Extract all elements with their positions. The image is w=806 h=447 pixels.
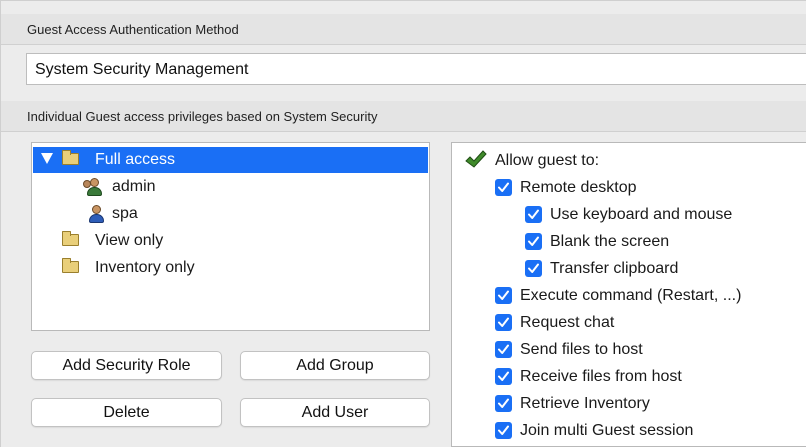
checkbox-checked-icon[interactable]	[495, 395, 512, 412]
perm-label: Send files to host	[520, 341, 643, 358]
checkbox-checked-icon[interactable]	[495, 422, 512, 439]
auth-method-value: System Security Management	[35, 61, 249, 78]
tree-item-view-only[interactable]: View only	[33, 228, 428, 254]
privileges-header: Individual Guest access privileges based…	[1, 101, 806, 132]
tree-item-label: Full access	[95, 151, 176, 168]
perm-label: Allow guest to:	[495, 152, 600, 169]
add-group-button[interactable]: Add Group	[240, 351, 430, 380]
folder-icon	[62, 258, 79, 273]
tree-item-label: admin	[112, 178, 156, 195]
disclosure-triangle-icon[interactable]	[41, 153, 53, 164]
checkbox-checked-icon[interactable]	[495, 368, 512, 385]
auth-method-header-label: Guest Access Authentication Method	[27, 22, 239, 37]
perm-label: Use keyboard and mouse	[550, 206, 733, 223]
auth-method-select[interactable]: System Security Management	[26, 53, 806, 85]
checkbox-checked-icon[interactable]	[525, 233, 542, 250]
privileges-header-label: Individual Guest access privileges based…	[27, 109, 378, 124]
checkbox-checked-icon[interactable]	[495, 341, 512, 358]
folder-icon	[62, 150, 79, 165]
tree-item-label: Inventory only	[95, 259, 195, 276]
checkbox-checked-icon[interactable]	[525, 206, 542, 223]
green-checkmark-icon	[465, 150, 487, 168]
tree-item-admin[interactable]: admin	[33, 174, 428, 200]
user-group-icon	[83, 178, 103, 196]
tree-item-label: spa	[112, 205, 138, 222]
checkbox-checked-icon[interactable]	[495, 314, 512, 331]
auth-method-header: Guest Access Authentication Method	[1, 14, 806, 45]
folder-icon	[62, 231, 79, 246]
tree-item-full-access[interactable]: Full access	[33, 147, 428, 173]
perm-label: Request chat	[520, 314, 615, 331]
checkbox-checked-icon[interactable]	[495, 287, 512, 304]
tree-item-inventory-only[interactable]: Inventory only	[33, 255, 428, 281]
perm-label: Blank the screen	[550, 233, 670, 250]
add-security-role-button[interactable]: Add Security Role	[31, 351, 222, 380]
permissions-tree[interactable]: Allow guest to: Remote desktop Use keybo…	[451, 142, 806, 447]
checkbox-checked-icon[interactable]	[525, 260, 542, 277]
security-role-tree[interactable]: Full access admin spa View only Inventor…	[31, 142, 430, 331]
checkbox-checked-icon[interactable]	[495, 179, 512, 196]
perm-label: Remote desktop	[520, 179, 637, 196]
perm-label: Retrieve Inventory	[520, 395, 650, 412]
perm-label: Execute command (Restart, ...)	[520, 287, 742, 304]
add-user-button[interactable]: Add User	[240, 398, 430, 427]
perm-label: Receive files from host	[520, 368, 682, 385]
delete-button[interactable]: Delete	[31, 398, 222, 427]
user-icon	[88, 205, 105, 223]
tree-item-label: View only	[95, 232, 164, 249]
perm-label: Transfer clipboard	[550, 260, 679, 277]
tree-item-spa[interactable]: spa	[33, 201, 428, 227]
perm-label: Join multi Guest session	[520, 422, 694, 439]
